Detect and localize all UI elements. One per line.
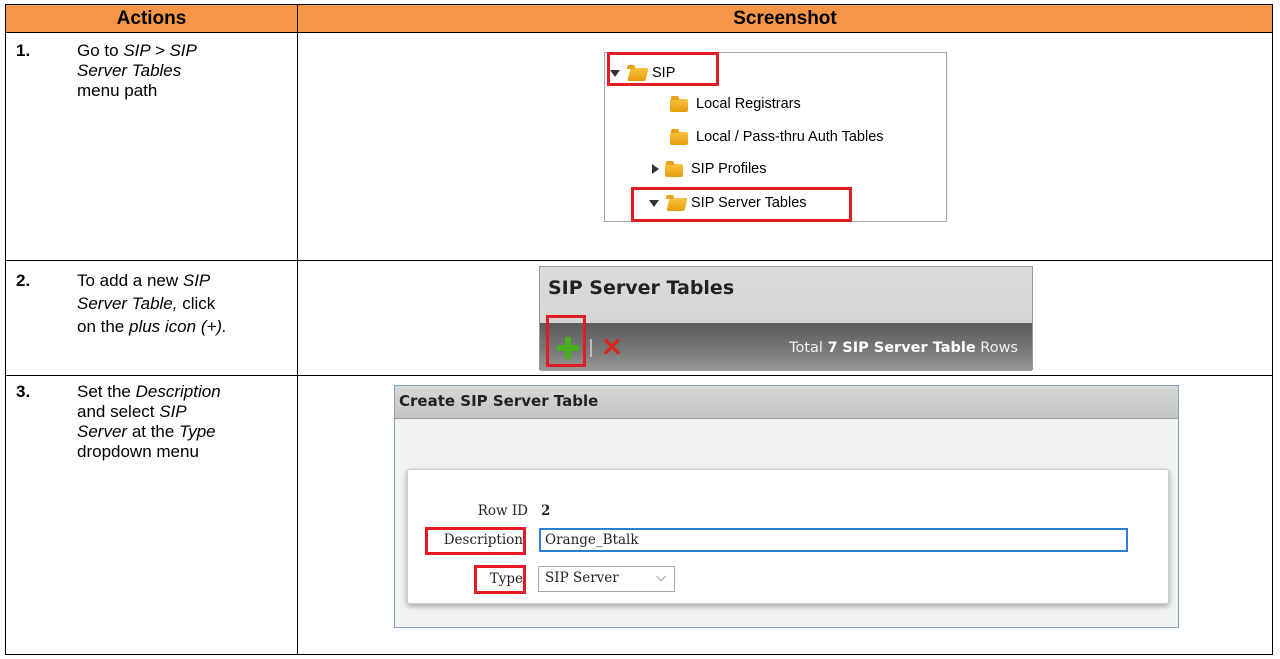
row-divider-1: [5, 260, 1273, 261]
table-border-bottom: [5, 654, 1273, 655]
highlight-box-description: [425, 527, 526, 555]
step-number: 3.: [16, 382, 31, 401]
total-rows-label: Total 7 SIP Server Table Rows: [789, 340, 1018, 356]
panel-title: SIP Server Tables: [548, 277, 735, 299]
folder-icon: [670, 129, 690, 145]
table-border-right: [1272, 4, 1273, 655]
header-screenshot: Screenshot: [297, 4, 1273, 33]
step-1: 1. Go to SIP > SIP Server Tables menu pa…: [16, 41, 197, 100]
type-select[interactable]: SIP Server ⌵: [538, 566, 675, 592]
row-divider-2: [5, 375, 1273, 376]
table-border-left: [5, 4, 6, 655]
dialog-header: Create SIP Server Table: [395, 386, 1178, 419]
collapse-triangle-icon[interactable]: [652, 164, 659, 174]
delete-icon[interactable]: ✕: [601, 332, 623, 362]
step-number: 2.: [16, 271, 31, 290]
highlight-box-sip: [607, 52, 719, 86]
header-actions: Actions: [5, 4, 298, 33]
tree-item-local-registrars[interactable]: Local Registrars: [670, 96, 801, 112]
toolbar-separator: [590, 339, 592, 357]
tree-item-sip-profiles[interactable]: SIP Profiles: [652, 161, 767, 177]
step-number: 1.: [16, 41, 31, 60]
chevron-down-icon: ⌵: [656, 570, 666, 585]
folder-icon: [670, 96, 690, 112]
step-3: 3. Set the Description and select SIP Se…: [16, 382, 221, 461]
dialog-title: Create SIP Server Table: [399, 392, 599, 410]
sip-server-tables-toolbar-screenshot: SIP Server Tables ✕ Total 7 SIP Server T…: [539, 266, 1033, 371]
step-2: 2. To add a new SIP Server Table, click …: [16, 271, 227, 336]
description-input[interactable]: Orange_Btalk: [539, 528, 1128, 552]
row-id-label: Row ID: [477, 503, 528, 519]
table-border-middle: [297, 4, 298, 655]
highlight-box-plus: [546, 315, 586, 367]
folder-icon: [665, 161, 685, 177]
highlight-box-sip-server-tables: [631, 187, 852, 222]
tree-item-auth-tables[interactable]: Local / Pass-thru Auth Tables: [670, 129, 884, 145]
highlight-box-type: [474, 565, 526, 594]
row-id-value: 2: [541, 503, 551, 519]
